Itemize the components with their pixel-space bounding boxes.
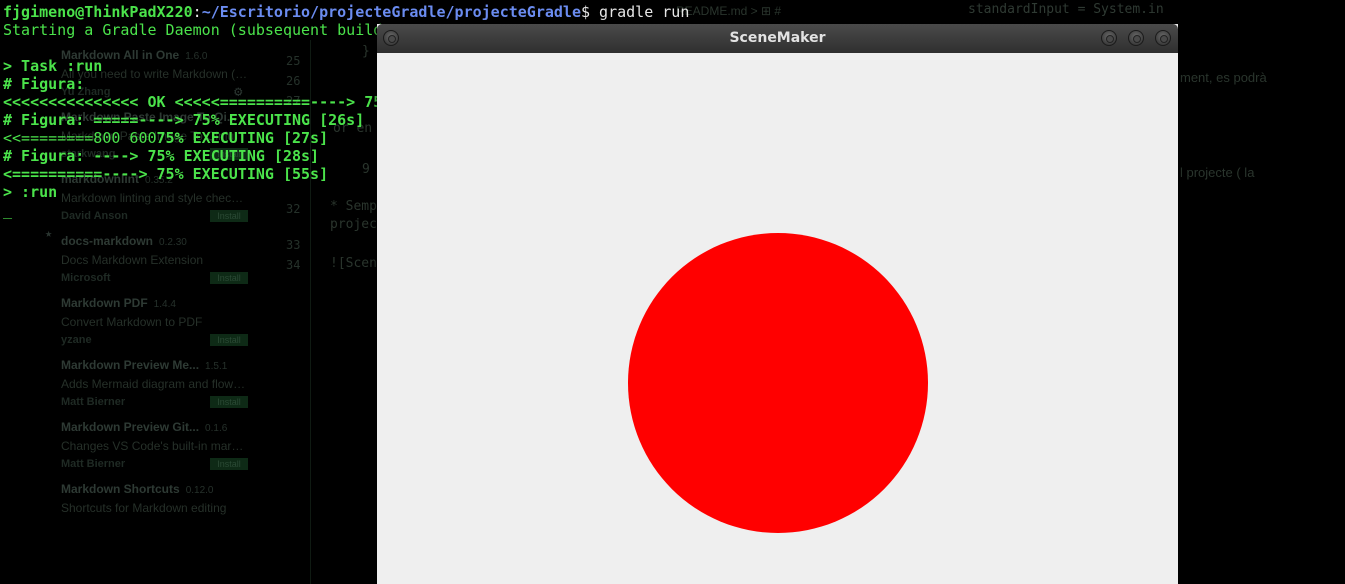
prompt-path: ~/Escritorio/projecteGradle/projecteGrad… <box>201 3 581 21</box>
prompt-user: fjgimeno@ThinkPadX220 <box>3 3 193 21</box>
terminal-prompt-line: fjgimeno@ThinkPadX220:~/Escritorio/proje… <box>3 3 689 21</box>
terminal-line: <<<<<<<<<<<<<<< OK <<<<<==========----> … <box>3 93 392 111</box>
terminal-cursor: _ <box>3 201 13 219</box>
terminal-line: # Figura: =====----> 75% EXECUTING [26s] <box>3 111 365 129</box>
minimize-button[interactable] <box>1101 30 1117 46</box>
terminal-line: <==========----> 75% EXECUTING [55s] <box>3 165 329 183</box>
terminal-line: <<========800 60075% EXECUTING [27s] <box>3 129 328 147</box>
window-titlebar[interactable]: SceneMaker <box>377 24 1178 53</box>
terminal-line: > Task :run <box>3 57 103 75</box>
scenemaker-window[interactable]: SceneMaker <box>377 24 1178 584</box>
terminal-command: gradle run <box>590 3 690 21</box>
red-circle <box>628 233 928 533</box>
terminal-line: Starting a Gradle Daemon (subsequent bui… <box>3 21 392 39</box>
prompt-separator: : <box>192 3 202 21</box>
close-button[interactable] <box>1155 30 1171 46</box>
prompt-symbol: $ <box>580 3 591 21</box>
terminal-line: > :run <box>3 183 58 201</box>
terminal-line: # Figura: <box>3 75 85 93</box>
maximize-button[interactable] <box>1128 30 1144 46</box>
terminal-output: <<========800 600 <box>3 129 157 147</box>
terminal-line: # Figura: ----> 75% EXECUTING [28s] <box>3 147 320 165</box>
terminal-progress: 75% EXECUTING [27s] <box>156 129 329 147</box>
scene-canvas <box>377 53 1178 584</box>
window-title: SceneMaker <box>729 30 826 46</box>
